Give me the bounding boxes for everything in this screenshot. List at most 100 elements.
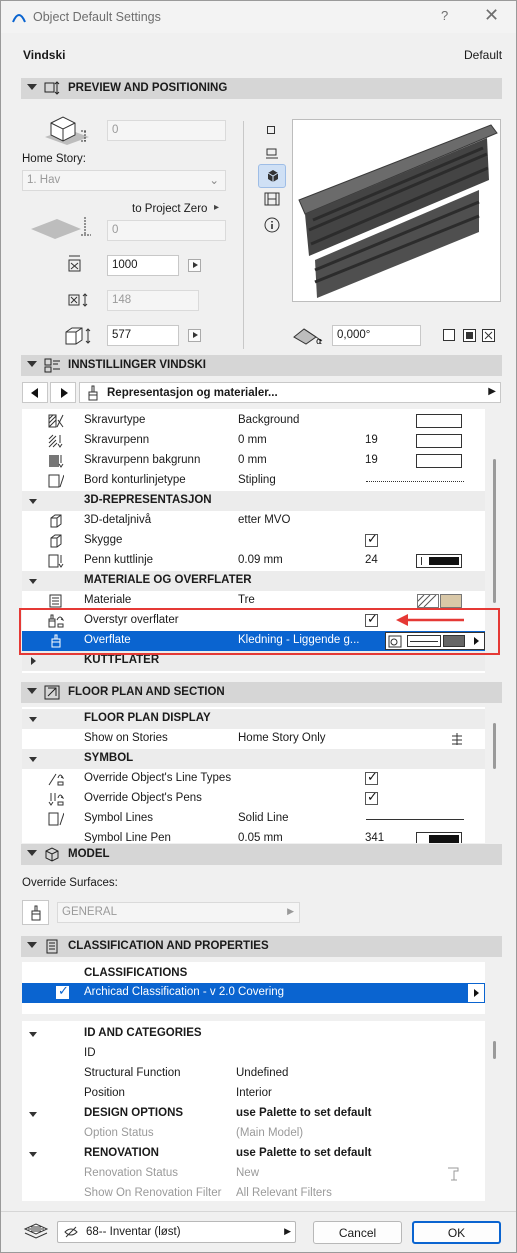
- angle-field[interactable]: 0,000°: [332, 325, 421, 346]
- layer-icon[interactable]: [23, 1221, 49, 1241]
- expand-arrow-icon: [29, 579, 37, 584]
- line-preview: [366, 819, 464, 820]
- help-button[interactable]: ?: [441, 8, 448, 23]
- cancel-button[interactable]: Cancel: [313, 1221, 402, 1244]
- general-surface-select[interactable]: GENERAL ▶: [57, 902, 300, 923]
- list-item[interactable]: Bord konturlinjetype Stipling: [22, 471, 485, 491]
- height-field[interactable]: 577: [107, 325, 179, 346]
- elevation-field[interactable]: 0: [107, 120, 226, 141]
- home-story-select[interactable]: 1. Hav ⌄: [22, 170, 226, 191]
- view-section-icon[interactable]: [264, 192, 280, 206]
- group-row[interactable]: 3D-REPRESENTASJON: [22, 491, 485, 511]
- collapse-arrow-icon: [27, 688, 37, 694]
- section-title: FLOOR PLAN AND SECTION: [68, 686, 225, 698]
- override-pens-checkbox[interactable]: [365, 790, 378, 805]
- classification-checkbox[interactable]: ✓: [56, 984, 69, 999]
- material-hatch-swatch[interactable]: [417, 594, 439, 608]
- section-preview-positioning[interactable]: PREVIEW AND POSITIONING: [21, 78, 502, 99]
- preview-image: [292, 119, 501, 302]
- ok-button[interactable]: OK: [412, 1221, 501, 1244]
- properties-scrollbar[interactable]: [493, 1041, 496, 1059]
- mirror-y-icon[interactable]: [482, 329, 495, 342]
- svg-text:α: α: [316, 337, 322, 345]
- properties-icon: [46, 939, 58, 954]
- list-item[interactable]: Override Object's Pens: [22, 789, 485, 809]
- list-item[interactable]: 3D-detaljnivå etter MVO: [22, 511, 485, 531]
- chevron-right-icon: ▶: [488, 386, 496, 397]
- pen-swatch[interactable]: [416, 454, 462, 468]
- next-page-button[interactable]: [50, 382, 76, 403]
- override-line-types-checkbox[interactable]: [365, 770, 378, 785]
- pen-swatch[interactable]: [416, 832, 462, 843]
- shadow-icon: [50, 534, 62, 548]
- list-item[interactable]: Position Interior: [22, 1084, 485, 1104]
- layer-select[interactable]: 68-- Inventar (løst) ▶: [57, 1221, 296, 1243]
- view-3d-button[interactable]: [258, 164, 286, 188]
- width-arrow-button[interactable]: [188, 259, 201, 272]
- view-floorplan-icon[interactable]: [265, 147, 279, 161]
- group-row[interactable]: DESIGN OPTIONS use Palette to set defaul…: [22, 1104, 485, 1124]
- project-zero-arrow-icon[interactable]: ▸: [214, 202, 219, 213]
- list-item[interactable]: Skravurpenn 0 mm 19: [22, 431, 485, 451]
- list-item[interactable]: Symbol Line Pen 0.05 mm 341: [22, 829, 485, 843]
- fill-swatch[interactable]: [416, 414, 462, 428]
- preview-positioning-icon: [44, 81, 60, 95]
- expand-arrow-icon: [29, 1152, 37, 1157]
- section-floorplan[interactable]: FLOOR PLAN AND SECTION: [21, 682, 502, 703]
- pen-swatch[interactable]: [416, 554, 462, 568]
- pen-override-icon: [48, 793, 64, 806]
- list-item[interactable]: Structural Function Undefined: [22, 1064, 485, 1084]
- list-item[interactable]: Skravurtype Background: [22, 411, 485, 431]
- mirror-off-checkbox[interactable]: [443, 329, 455, 341]
- close-button[interactable]: ✕: [484, 5, 499, 26]
- expand-arrow-icon: [29, 1032, 37, 1037]
- surface-brush-button[interactable]: [22, 900, 49, 925]
- list-item[interactable]: Skravurpenn bakgrunn 0 mm 19: [22, 451, 485, 471]
- home-story-label: Home Story:: [22, 153, 86, 165]
- group-row[interactable]: SYMBOL: [22, 749, 485, 769]
- mirror-x-icon[interactable]: [463, 329, 476, 342]
- dialog-window: Object Default Settings ? ✕ Vindski Defa…: [0, 0, 517, 1253]
- group-row[interactable]: MATERIALE OG OVERFLATER: [22, 571, 485, 591]
- list-item[interactable]: Show on Stories Home Story Only: [22, 729, 485, 749]
- fascia-preview-graphic: [298, 124, 498, 298]
- collapse-arrow-icon: [27, 361, 37, 367]
- list-item[interactable]: Skygge: [22, 531, 485, 551]
- width-field[interactable]: 1000: [107, 255, 179, 276]
- shadow-checkbox[interactable]: [365, 532, 378, 547]
- project-zero-field[interactable]: 0: [107, 220, 226, 241]
- detail-level-icon: [50, 514, 62, 528]
- section-title: PREVIEW AND POSITIONING: [68, 82, 228, 94]
- group-row[interactable]: FLOOR PLAN DISPLAY: [22, 709, 485, 729]
- settings-scrollbar[interactable]: [493, 459, 496, 603]
- section-model[interactable]: MODEL: [21, 844, 502, 865]
- list-item[interactable]: Symbol Lines Solid Line: [22, 809, 485, 829]
- section-title: MODEL: [68, 848, 110, 860]
- list-item[interactable]: ID: [22, 1044, 485, 1064]
- collapsed-arrow-icon: [31, 657, 36, 665]
- classification-arrow-button[interactable]: [467, 983, 485, 1003]
- panel-selector[interactable]: Representasjon og materialer... ▶: [79, 382, 501, 403]
- floorplan-scrollbar[interactable]: [493, 723, 496, 769]
- prev-page-button[interactable]: [22, 382, 48, 403]
- expand-arrow-icon: [29, 1112, 37, 1117]
- section-settings[interactable]: INNSTILLINGER VINDSKI: [21, 355, 502, 376]
- depth-icon: [68, 293, 88, 307]
- material-color-swatch[interactable]: [440, 594, 462, 608]
- group-row[interactable]: ID AND CATEGORIES: [22, 1024, 485, 1044]
- list-item[interactable]: Penn kuttlinje 0.09 mm 24: [22, 551, 485, 571]
- section-classification[interactable]: CLASSIFICATION AND PROPERTIES: [21, 936, 502, 957]
- pen-swatch[interactable]: [416, 434, 462, 448]
- stories-icon[interactable]: [450, 732, 464, 746]
- default-label: Default: [464, 48, 503, 62]
- home-story-value: 1. Hav: [27, 174, 61, 186]
- view-2d-icon[interactable]: [267, 126, 275, 134]
- height-arrow-button[interactable]: [188, 329, 201, 342]
- depth-field[interactable]: 148: [107, 290, 199, 311]
- list-item: Show On Renovation Filter All Relevant F…: [84, 1187, 332, 1198]
- group-row[interactable]: RENOVATION use Palette to set default: [22, 1144, 485, 1164]
- panel-selector-label: Representasjon og materialer...: [107, 387, 278, 399]
- classification-row[interactable]: ✓ Archicad Classification - v 2.0 Coveri…: [22, 983, 467, 1003]
- list-item[interactable]: Override Object's Line Types: [22, 769, 485, 789]
- info-icon[interactable]: [264, 217, 280, 233]
